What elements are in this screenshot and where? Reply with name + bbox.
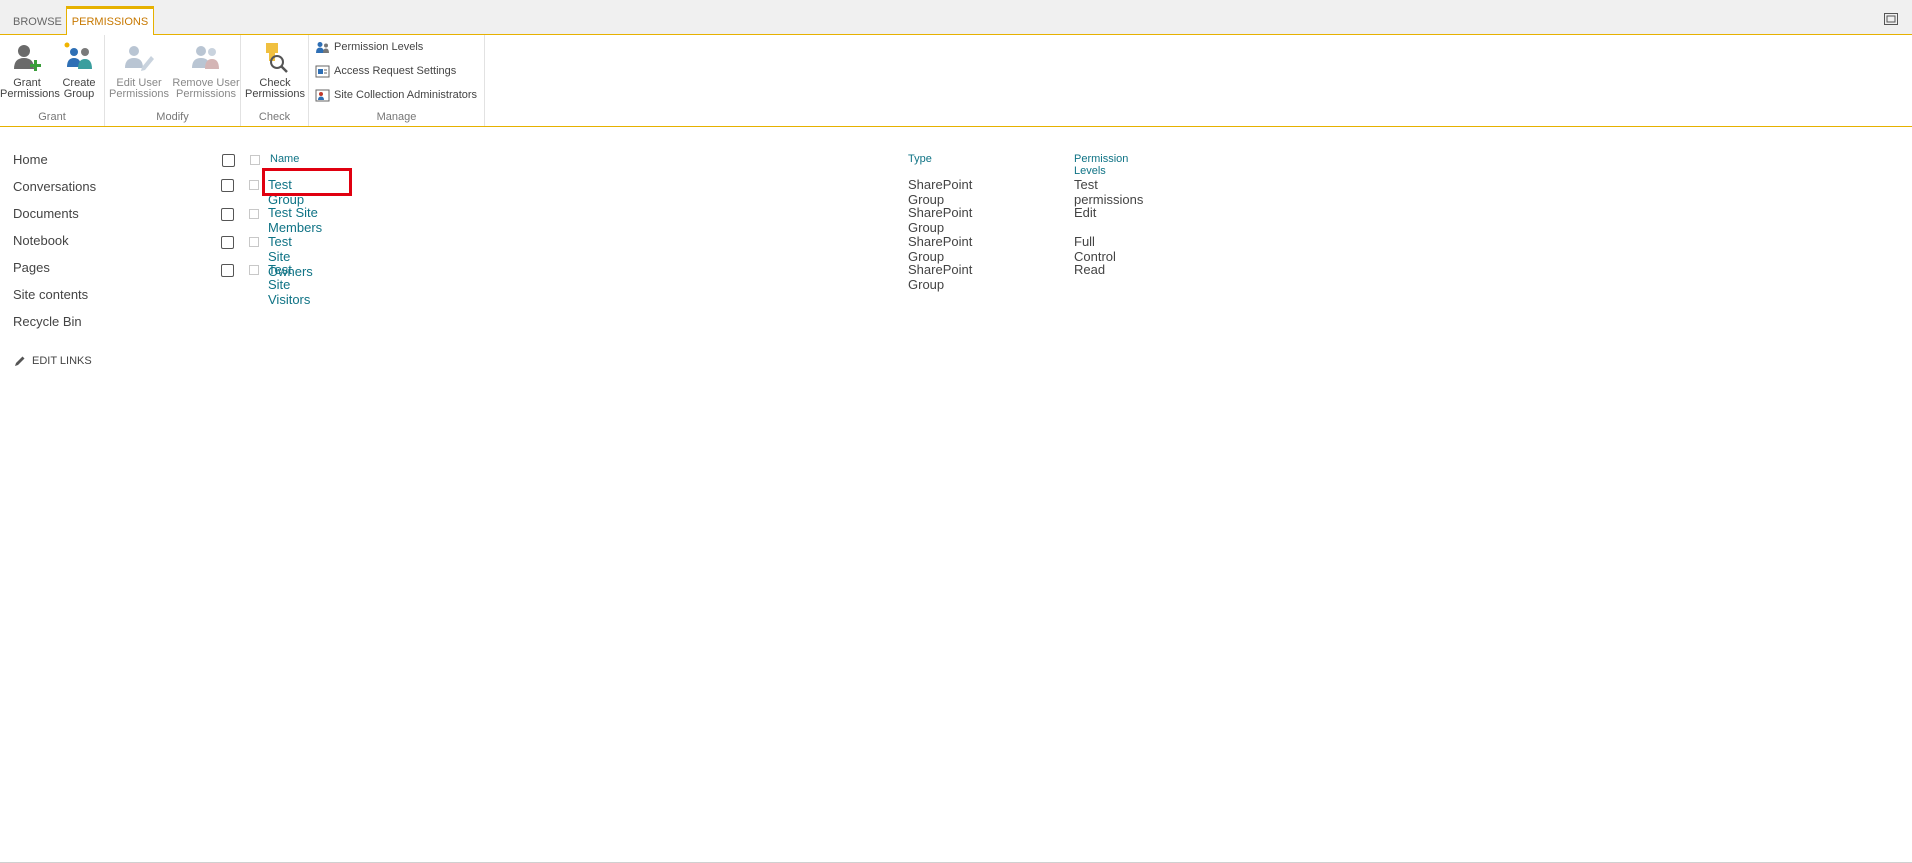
row-checkbox[interactable] bbox=[221, 179, 234, 192]
nav-item-conversations[interactable]: Conversations bbox=[13, 178, 96, 205]
column-header-type[interactable]: Type bbox=[908, 153, 932, 165]
edit-links-button[interactable]: EDIT LINKS bbox=[14, 355, 92, 367]
nav-item-notebook[interactable]: Notebook bbox=[13, 232, 96, 259]
edit-user-permissions-button[interactable]: Edit User Permissions bbox=[107, 41, 171, 100]
group-label-grant: Grant bbox=[38, 111, 66, 123]
row-checkbox[interactable] bbox=[221, 236, 234, 249]
select-all-checkbox[interactable] bbox=[222, 154, 235, 167]
remove-user-permissions-icon bbox=[192, 46, 219, 69]
nav-item-recycle-bin[interactable]: Recycle Bin bbox=[13, 313, 96, 340]
nav-item-documents[interactable]: Documents bbox=[13, 205, 96, 232]
site-collection-administrators-button[interactable]: Site Collection Administrators bbox=[315, 86, 477, 104]
edit-user-permissions-label-2: Permissions bbox=[109, 88, 169, 100]
edit-user-permissions-icon bbox=[125, 46, 154, 71]
group-label-manage: Manage bbox=[376, 111, 417, 123]
remove-user-permissions-button[interactable]: Remove User Permissions bbox=[171, 41, 241, 100]
permission-levels-label: Permission Levels bbox=[334, 41, 424, 53]
column-header-permission-levels[interactable]: Permission Levels bbox=[1074, 153, 1128, 177]
create-group-button[interactable]: Create Group bbox=[56, 41, 102, 100]
tab-browse[interactable]: BROWSE bbox=[0, 8, 66, 35]
ribbon: Grant Permissions Create Group Grant Edi… bbox=[0, 35, 1912, 127]
row-checkbox[interactable] bbox=[221, 208, 234, 221]
check-permissions-label-2: Permissions bbox=[245, 88, 305, 100]
row-permission-level: Read bbox=[1074, 262, 1106, 277]
ribbon-tab-strip: BROWSE PERMISSIONS bbox=[0, 0, 1912, 36]
access-request-settings-icon bbox=[315, 65, 330, 78]
row-item-selector[interactable] bbox=[249, 209, 259, 219]
left-navigation: Home Conversations Documents Notebook Pa… bbox=[13, 151, 96, 340]
ribbon-group-grant: Grant Permissions Create Group Grant bbox=[0, 35, 105, 126]
grant-permissions-label-2: Permissions bbox=[0, 88, 60, 100]
access-request-settings-button[interactable]: Access Request Settings bbox=[315, 62, 456, 80]
row-type: SharePoint Group bbox=[908, 177, 973, 207]
edit-links-label: EDIT LINKS bbox=[32, 355, 92, 367]
nav-item-site-contents[interactable]: Site contents bbox=[13, 286, 96, 313]
grant-permissions-icon bbox=[14, 45, 41, 71]
nav-item-home[interactable]: Home bbox=[13, 151, 96, 178]
permission-levels-button[interactable]: Permission Levels bbox=[315, 38, 423, 56]
check-permissions-icon bbox=[266, 43, 288, 73]
row-permission-level: Test permissions bbox=[1074, 177, 1144, 207]
tab-permissions[interactable]: PERMISSIONS bbox=[66, 6, 154, 36]
check-permissions-button[interactable]: Check Permissions bbox=[243, 41, 307, 100]
row-type: SharePoint Group bbox=[908, 234, 973, 264]
access-request-settings-label: Access Request Settings bbox=[334, 65, 457, 77]
group-label-modify: Modify bbox=[156, 111, 189, 123]
column-header-name[interactable]: Name bbox=[270, 153, 299, 165]
grant-permissions-button[interactable]: Grant Permissions bbox=[0, 41, 60, 100]
site-collection-administrators-label: Site Collection Administrators bbox=[334, 89, 478, 101]
row-checkbox[interactable] bbox=[221, 264, 234, 277]
ribbon-group-modify: Edit User Permissions Remove User Permis… bbox=[105, 35, 241, 126]
permission-levels-icon bbox=[316, 41, 329, 53]
group-label-check: Check bbox=[258, 111, 291, 123]
create-group-icon bbox=[64, 42, 92, 69]
nav-item-pages[interactable]: Pages bbox=[13, 259, 96, 286]
row-item-selector[interactable] bbox=[249, 265, 259, 275]
pencil-icon bbox=[15, 356, 25, 367]
ribbon-group-check: Check Permissions Check bbox=[241, 35, 309, 126]
header-item-selector[interactable] bbox=[250, 155, 260, 165]
ribbon-group-manage: Permission Levels Access Request Setting… bbox=[309, 35, 485, 126]
row-item-selector[interactable] bbox=[249, 237, 259, 247]
remove-user-permissions-label-2: Permissions bbox=[176, 88, 236, 100]
row-type: SharePoint Group bbox=[908, 205, 973, 235]
group-link-test-site-members[interactable]: Test Site Members bbox=[268, 205, 322, 235]
group-link-test-site-visitors[interactable]: Test Site Visitors bbox=[268, 262, 310, 307]
focus-on-content-icon[interactable] bbox=[1884, 13, 1898, 25]
site-collection-administrators-icon bbox=[315, 89, 330, 102]
row-permission-level: Full Control bbox=[1074, 234, 1116, 264]
highlight-box bbox=[262, 168, 352, 196]
row-item-selector[interactable] bbox=[249, 180, 259, 190]
create-group-label-2: Group bbox=[63, 88, 95, 100]
row-permission-level: Edit bbox=[1074, 205, 1097, 220]
row-type: SharePoint Group bbox=[908, 262, 973, 292]
